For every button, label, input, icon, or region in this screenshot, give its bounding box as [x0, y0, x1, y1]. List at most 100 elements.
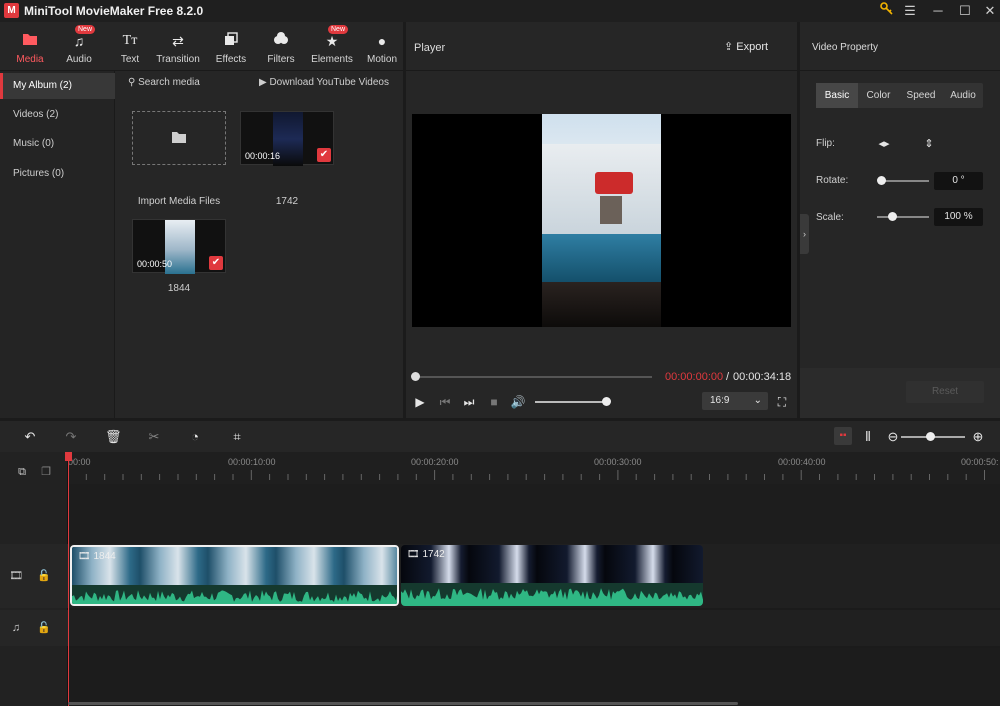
video-preview[interactable] — [412, 114, 791, 327]
search-media[interactable]: ⚲ Search media — [128, 77, 200, 88]
playhead[interactable] — [68, 452, 69, 706]
app-logo: M — [4, 3, 19, 18]
timeline-scrollbar[interactable] — [68, 702, 738, 705]
youtube-icon: ▶ — [258, 77, 267, 88]
tab-audio[interactable]: Audio — [943, 83, 983, 108]
toolbar-motion[interactable]: ● Motion — [357, 32, 407, 74]
flip-vertical-icon[interactable]: ⇕ — [921, 136, 937, 152]
chevron-down-icon: ⌄ — [753, 395, 762, 406]
undo-icon[interactable]: ↶ — [22, 429, 38, 445]
clip-name: 1844 — [93, 551, 116, 562]
lock-icon[interactable]: 🔓 — [37, 621, 51, 635]
copy-track-icon[interactable]: ❐ — [39, 465, 53, 479]
toolbar-transition[interactable]: ⇄ Transition — [153, 32, 203, 74]
flip-label: Flip: — [816, 138, 835, 149]
timeline-clip-1742[interactable]: 🎞 1742 — [401, 545, 703, 606]
import-media-button[interactable] — [132, 111, 226, 165]
maximize-button[interactable]: ☐ — [955, 2, 975, 20]
stop-icon[interactable]: ■ — [486, 394, 502, 410]
ruler-label: 00:00:40:00 — [778, 457, 826, 467]
scale-input[interactable]: 100 % — [934, 208, 983, 226]
toolbar-media[interactable]: Media — [5, 32, 55, 74]
volume-handle[interactable] — [602, 397, 611, 406]
elements-icon: ★ — [325, 33, 339, 49]
timeline-clip-1844[interactable]: 🎞 1844 — [70, 545, 399, 606]
ruler-label: 00:00:20:00 — [411, 457, 459, 467]
minimize-button[interactable]: ─ — [928, 2, 948, 20]
rotate-slider[interactable] — [881, 180, 929, 182]
duration-label: 00:00:16 — [245, 151, 281, 161]
property-title: Video Property — [812, 42, 878, 53]
scale-slider[interactable] — [877, 216, 929, 218]
property-tabs: Basic Color Speed Audio — [816, 83, 983, 108]
tab-speed[interactable]: Speed — [899, 83, 943, 108]
rotate-input[interactable]: 0 ° — [934, 172, 983, 190]
music-icon: ♫ — [73, 33, 85, 49]
progress-track[interactable] — [416, 376, 652, 378]
delete-icon[interactable]: 🗑 — [105, 429, 122, 445]
volume-icon[interactable]: 🔊 — [510, 394, 526, 410]
menu-icon[interactable]: ☰ — [900, 2, 920, 20]
aspect-ratio-value: 16:9 — [710, 395, 730, 406]
crop-icon[interactable]: ⌗ — [229, 429, 245, 445]
toolbar-filters[interactable]: Filters — [256, 32, 306, 74]
speed-icon[interactable]: ◔ — [187, 429, 203, 445]
player-panel: Player ⇪ Export 00:00:00:00 / 00:00:34:1… — [406, 22, 797, 418]
download-youtube-button[interactable]: ▶ Download YouTube Videos — [259, 77, 389, 88]
zoom-out-icon[interactable]: ⊖ — [885, 429, 901, 445]
sidebar-item-music[interactable]: Music (0) — [0, 131, 115, 157]
check-icon[interactable]: ✔ — [209, 256, 223, 270]
snap-icon[interactable]: ▪▪ — [834, 427, 852, 445]
music-track[interactable] — [68, 610, 1000, 646]
zoom-in-icon[interactable]: ⊕ — [970, 429, 986, 445]
sidebar-item-pictures[interactable]: Pictures (0) — [0, 161, 115, 187]
split-icon[interactable]: ✂ — [146, 429, 162, 445]
toolbar-audio[interactable]: New ♫ Audio — [54, 25, 104, 74]
ruler-label: 00:00:10:00 — [228, 457, 276, 467]
toolbar-text[interactable]: Tт Text — [105, 32, 155, 74]
next-frame-icon[interactable]: ⏭ — [461, 394, 477, 410]
volume-slider[interactable] — [535, 401, 605, 403]
tab-color[interactable]: Color — [858, 83, 899, 108]
music-note-icon: ♫ — [11, 622, 21, 634]
media-item-1742[interactable]: 00:00:16 ✔ — [240, 111, 334, 166]
fit-icon[interactable]: ⫴ — [860, 429, 876, 445]
rotate-label: Rotate: — [816, 175, 849, 186]
add-track-icon[interactable]: ⧉ — [15, 465, 29, 479]
rotate-handle[interactable] — [877, 176, 886, 185]
redo-icon[interactable]: ↷ — [63, 429, 79, 445]
tab-basic[interactable]: Basic — [816, 83, 858, 108]
toolbar-elements[interactable]: New ★ Elements — [307, 25, 357, 74]
close-button[interactable]: ✕ — [980, 2, 1000, 20]
clip-name: 1742 — [422, 549, 445, 560]
collapse-handle[interactable]: › — [800, 214, 809, 254]
export-icon: ⇪ — [724, 41, 734, 53]
toolbar-effects[interactable]: Effects — [206, 32, 256, 74]
sidebar-item-my-album[interactable]: My Album (2) — [0, 73, 115, 99]
import-label: Import Media Files — [137, 196, 221, 207]
title-bar: M MiniTool MovieMaker Free 8.2.0 ☰ ─ ☐ ✕ — [0, 0, 1000, 22]
new-badge: New — [327, 25, 349, 34]
play-icon[interactable]: ▶ — [412, 394, 428, 410]
key-icon[interactable] — [876, 2, 896, 20]
aspect-ratio-select[interactable]: 16:9 ⌄ — [702, 392, 768, 410]
video-door — [600, 196, 622, 224]
export-button[interactable]: ⇪ Export — [724, 40, 768, 53]
search-icon: ⚲ — [128, 77, 136, 88]
media-item-1844[interactable]: 00:00:50 ✔ — [132, 219, 226, 274]
progress-handle[interactable] — [411, 372, 420, 381]
playhead-handle[interactable] — [65, 452, 72, 461]
film-icon: 🎞 — [78, 551, 91, 562]
previous-frame-icon[interactable]: ⏮ — [437, 394, 453, 410]
media-sidebar: My Album (2) Videos (2) Music (0) Pictur… — [0, 71, 115, 418]
scale-handle[interactable] — [888, 212, 897, 221]
zoom-handle[interactable] — [926, 432, 935, 441]
reset-button[interactable]: Reset — [906, 381, 984, 403]
timeline-ruler[interactable]: 00:00 00:00:10:00 00:00:20:00 00:00:30:0… — [68, 452, 1000, 484]
check-icon[interactable]: ✔ — [317, 148, 331, 162]
fullscreen-icon[interactable]: ⛶ — [774, 394, 790, 410]
sidebar-item-videos[interactable]: Videos (2) — [0, 102, 115, 128]
divider — [406, 70, 797, 71]
flip-horizontal-icon[interactable]: ◂▸ — [876, 136, 892, 152]
lock-icon[interactable]: 🔓 — [37, 569, 51, 583]
